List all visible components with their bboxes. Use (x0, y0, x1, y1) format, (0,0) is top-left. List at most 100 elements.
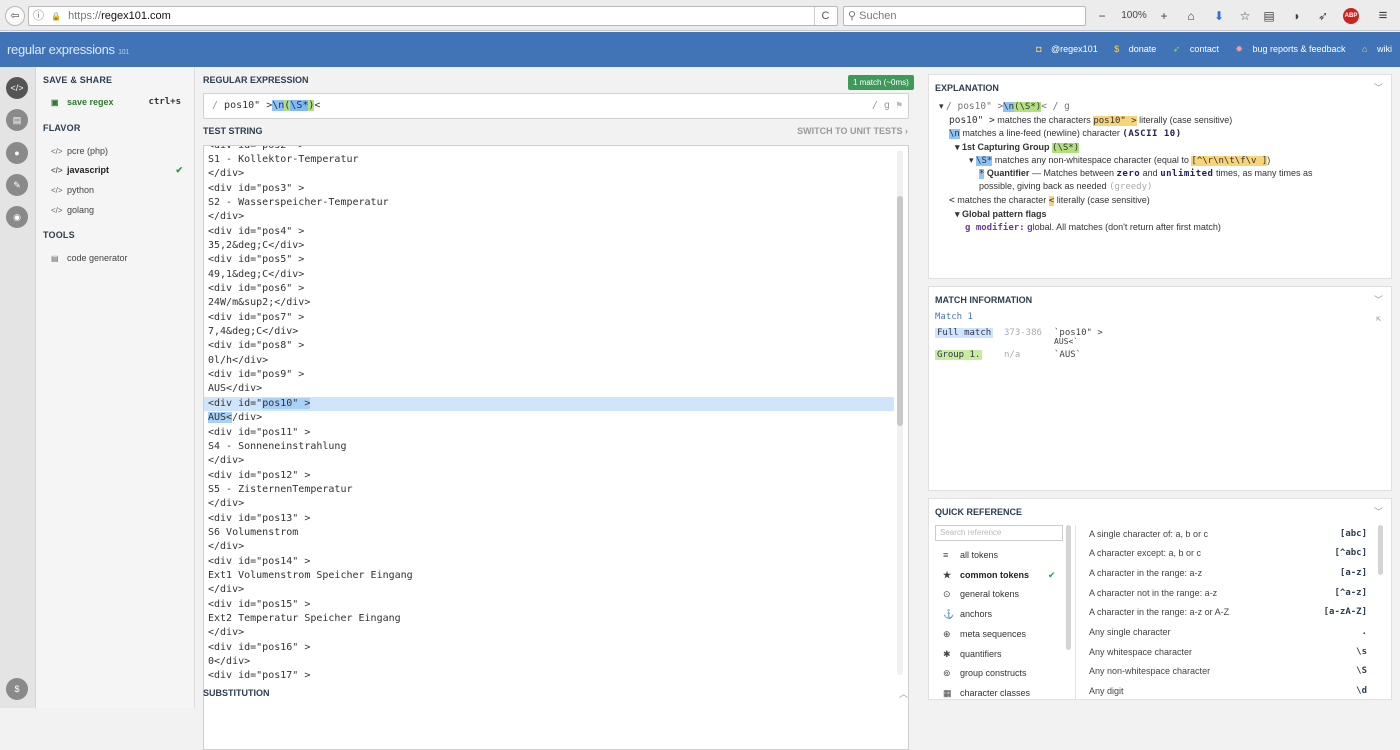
wiki-link[interactable]: ⌂ wiki (1355, 44, 1392, 54)
browser-toolbar: ⇦ ⓘ 🔒 https://regex101.com C ⚲ Suchen − … (0, 0, 1400, 31)
ref-entry-desc[interactable]: A character in the range: a-z (1089, 568, 1202, 578)
twitter-link[interactable]: ◘ @regex101 (1029, 44, 1098, 54)
test-string-title: TEST STRING (203, 126, 263, 136)
test-line: <div id="pos4" > (208, 226, 305, 237)
match-highlight: AUS< (208, 412, 233, 423)
save-regex-button[interactable]: ▣ save regex ctrl+s (51, 97, 189, 107)
ref-entry-desc[interactable]: Any single character (1089, 627, 1171, 637)
chevron-down-icon[interactable]: ﹀ (1374, 81, 1383, 94)
ref-category-groups[interactable]: ⊚ group constructs (943, 668, 1027, 679)
ref-entry-desc[interactable]: A character except: a, b or c (1089, 548, 1201, 558)
test-line: <div id="pos9" > (208, 369, 305, 380)
ref-category-meta[interactable]: ⊕ meta sequences (943, 629, 1026, 640)
ref-entry-token[interactable]: [abc] (1340, 529, 1367, 539)
ref-entry-token[interactable]: [a-zA-Z] (1324, 607, 1367, 617)
browser-search-input[interactable]: ⚲ Suchen (843, 6, 1086, 26)
ref-entry-token[interactable]: [a-z] (1340, 568, 1367, 578)
ref-category-quantifiers[interactable]: ✱ quantifiers (943, 649, 1002, 660)
full-match-value-cont: AUS<` (1054, 337, 1079, 346)
flavor-pcre[interactable]: </> pcre (php) (51, 146, 189, 156)
match-info-panel: MATCH INFORMATION ﹀ Match 1 ⇱ Full match… (928, 286, 1392, 491)
chevron-down-icon[interactable]: ﹀ (1374, 505, 1383, 518)
zoom-level[interactable]: 100% (1116, 7, 1152, 25)
ref-entry-token[interactable]: \s (1356, 647, 1367, 657)
explanation-title: EXPLANATION (935, 83, 999, 93)
asterisk-icon: ✱ (943, 649, 951, 659)
bug-report-link[interactable]: ✸ bug reports & feedback (1228, 44, 1345, 54)
chevron-up-icon[interactable]: ︿ (899, 687, 908, 700)
explanation-flags[interactable]: ▾ Global pattern flags (955, 209, 1047, 220)
zoom-in-button[interactable]: + (1156, 7, 1172, 25)
ref-category-general[interactable]: ⊙ general tokens (943, 589, 1019, 600)
flavor-javascript[interactable]: </> javascript ✔ (51, 165, 189, 175)
download-icon[interactable]: ⬇ (1210, 7, 1228, 25)
code-generator-button[interactable]: ▤ code generator (51, 253, 189, 263)
match-prefix: <div id=" (208, 398, 263, 409)
ref-category-classes[interactable]: ▦ character classes (943, 688, 1030, 699)
ref-category-label: anchors (960, 609, 993, 619)
test-scrollbar-thumb[interactable] (897, 196, 903, 426)
donate-link[interactable]: $ donate (1107, 44, 1156, 54)
wrench-icon[interactable]: ✎ (6, 174, 28, 196)
exp-code: (ASCII 10) (1122, 129, 1182, 139)
ref-entry-desc[interactable]: Any whitespace character (1089, 647, 1192, 657)
code-icon[interactable]: </> (6, 77, 28, 99)
ref-entry-token[interactable]: [^abc] (1334, 548, 1367, 558)
home-icon[interactable]: ⌂ (1182, 7, 1200, 25)
test-string-editor[interactable]: <div id="pos2" > S1 - Kollektor-Temperat… (203, 145, 909, 750)
send-icon[interactable]: ➶ (1314, 7, 1332, 25)
menu-icon[interactable]: ≡ (1374, 7, 1392, 25)
ref-entry-desc[interactable]: A character not in the range: a-z (1089, 588, 1217, 598)
reference-search-input[interactable]: Search reference (935, 525, 1063, 541)
library-icon[interactable]: ▤ (6, 109, 28, 131)
reader-icon[interactable]: ▤ (1260, 7, 1278, 25)
info-icon[interactable]: ⓘ (33, 10, 44, 22)
ref-category-anchors[interactable]: ⚓ anchors (943, 609, 992, 620)
url-bar[interactable]: ⓘ 🔒 https://regex101.com (28, 6, 838, 26)
test-line: <div id="pos16" > (208, 642, 311, 653)
ref-entry-token[interactable]: \d (1356, 686, 1367, 696)
bug-icon: ✸ (1235, 44, 1243, 54)
explanation-nonws[interactable]: ▾ \S* matches any non-whitespace charact… (969, 155, 1270, 166)
test-line: </div> (208, 498, 245, 509)
exp-code: pos10" > (1093, 116, 1137, 126)
adblock-icon[interactable]: ABP (1343, 8, 1359, 24)
ref-entry-desc[interactable]: Any digit (1089, 686, 1124, 696)
test-line: S5 - ZisternenTemperatur (208, 484, 353, 495)
contact-link[interactable]: ➶ contact (1166, 44, 1219, 54)
pocket-icon[interactable]: ◗ (1288, 7, 1306, 25)
ref-category-common[interactable]: ★ common tokens (943, 570, 1029, 581)
explanation-quantifier: * Quantifier — Matches between zero and … (979, 168, 1313, 179)
user-icon[interactable]: ● (6, 142, 28, 164)
flavor-golang[interactable]: </> golang (51, 205, 189, 215)
dollar-icon[interactable]: $ (6, 678, 28, 700)
logo[interactable]: regular expressions 101 (7, 42, 129, 57)
ref-entry-desc[interactable]: A character in the range: a-z or A-Z (1089, 607, 1229, 617)
full-match-range: 373-386 (1004, 328, 1042, 338)
flavor-python[interactable]: </> python (51, 185, 189, 195)
regex-flags[interactable]: / g ⚑ (872, 94, 902, 118)
regex-input[interactable]: / pos10" >\n(\S*)< / g ⚑ (203, 93, 909, 119)
zoom-out-button[interactable]: − (1094, 7, 1110, 25)
ref-entry-token[interactable]: [^a-z] (1334, 588, 1367, 598)
switch-unit-tests-button[interactable]: SWITCH TO UNIT TESTS › (797, 126, 908, 136)
chat-icon[interactable]: ◉ (6, 206, 28, 228)
ref-category-all[interactable]: ≡ all tokens (943, 550, 998, 560)
explanation-group[interactable]: ▾ 1st Capturing Group (\S*) (955, 142, 1080, 153)
back-icon[interactable]: ⇦ (5, 6, 25, 26)
exp-prefix: / pos10" > (946, 101, 1004, 112)
substitution-title[interactable]: SUBSTITUTION (203, 688, 270, 698)
ref-entry-desc[interactable]: A single character of: a, b or c (1089, 529, 1208, 539)
ref-entry-token[interactable]: \S (1356, 666, 1367, 676)
entries-scrollbar[interactable] (1378, 525, 1383, 575)
chevron-down-icon[interactable]: ﹀ (1374, 293, 1383, 306)
share-icon[interactable]: ⇱ (1376, 314, 1381, 323)
test-line: S2 - Wasserspeicher-Temperatur (208, 197, 389, 208)
reload-icon[interactable]: C (814, 7, 836, 25)
bookmark-star-icon[interactable]: ☆ (1236, 7, 1254, 25)
explanation-quantifier-cont: possible, giving back as needed (greedy) (979, 181, 1152, 192)
ref-entry-desc[interactable]: Any non-whitespace character (1089, 666, 1210, 676)
categories-scrollbar[interactable] (1066, 525, 1071, 650)
ref-entry-token[interactable]: . (1362, 627, 1367, 637)
explanation-root[interactable]: ▾ / pos10" >\n(\S*)< / g (939, 101, 1070, 112)
